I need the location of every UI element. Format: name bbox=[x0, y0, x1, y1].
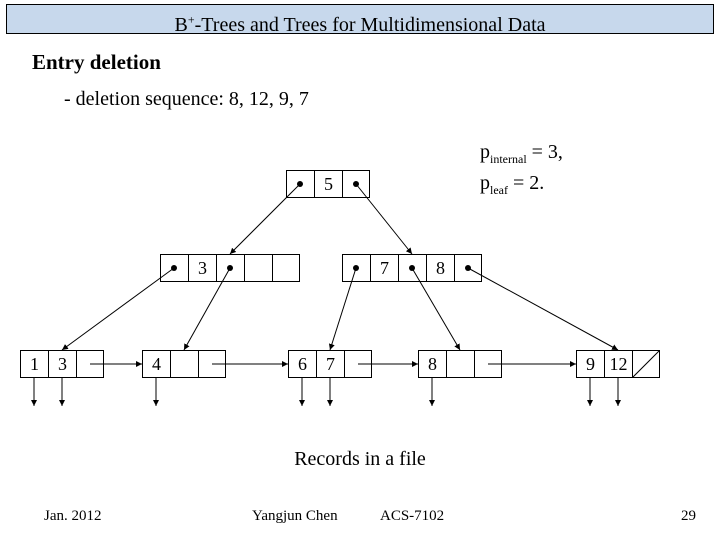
l1r-ptr-0-dot bbox=[353, 265, 359, 271]
l1r-key-0: 7 bbox=[370, 254, 398, 282]
leaf1-key-0: 4 bbox=[142, 350, 170, 378]
slide-title-bar: B+-Trees and Trees for Multidimensional … bbox=[6, 4, 714, 34]
leaf4-next-ptr-end bbox=[632, 350, 660, 378]
section-heading: Entry deletion bbox=[32, 50, 161, 75]
l1r-ptr-1-dot bbox=[409, 265, 415, 271]
root-key-0: 5 bbox=[314, 170, 342, 198]
leaf1-key-1-empty bbox=[170, 350, 198, 378]
leaf2-next-ptr bbox=[344, 350, 372, 378]
tree-parameters: pinternal = 3, pleaf = 2. bbox=[480, 140, 563, 202]
leaf4-key-0: 9 bbox=[576, 350, 604, 378]
title-text: B+-Trees and Trees for Multidimensional … bbox=[174, 14, 545, 36]
slide-footer: Jan. 2012 Yangjun Chen ACS-7102 29 bbox=[0, 508, 720, 528]
leaf2-key-0: 6 bbox=[288, 350, 316, 378]
leaf2-key-1: 7 bbox=[316, 350, 344, 378]
leaf4-key-1: 12 bbox=[604, 350, 632, 378]
footer-author: Yangjun Chen bbox=[252, 508, 338, 525]
l1r-ptr-2-dot bbox=[465, 265, 471, 271]
root-ptr-1-dot bbox=[353, 181, 359, 187]
l1l-key-0: 3 bbox=[188, 254, 216, 282]
leaf3-next-ptr bbox=[474, 350, 502, 378]
deletion-sequence: - deletion sequence: 8, 12, 9, 7 bbox=[64, 88, 309, 111]
footer-date: Jan. 2012 bbox=[44, 508, 102, 525]
leaf0-key-0: 1 bbox=[20, 350, 48, 378]
root-ptr-0-dot bbox=[297, 181, 303, 187]
records-label: Records in a file bbox=[0, 448, 720, 471]
footer-page-number: 29 bbox=[681, 508, 696, 525]
l1l-ptr-0-dot bbox=[171, 265, 177, 271]
leaf0-next-ptr bbox=[76, 350, 104, 378]
leaf3-key-0: 8 bbox=[418, 350, 446, 378]
l1l-ptr-2 bbox=[272, 254, 300, 282]
leaf1-next-ptr bbox=[198, 350, 226, 378]
l1l-ptr-1-dot bbox=[227, 265, 233, 271]
footer-course: ACS-7102 bbox=[380, 508, 444, 525]
leaf0-key-1: 3 bbox=[48, 350, 76, 378]
l1r-key-1: 8 bbox=[426, 254, 454, 282]
leaf3-key-1-empty bbox=[446, 350, 474, 378]
l1l-key-1-empty bbox=[244, 254, 272, 282]
